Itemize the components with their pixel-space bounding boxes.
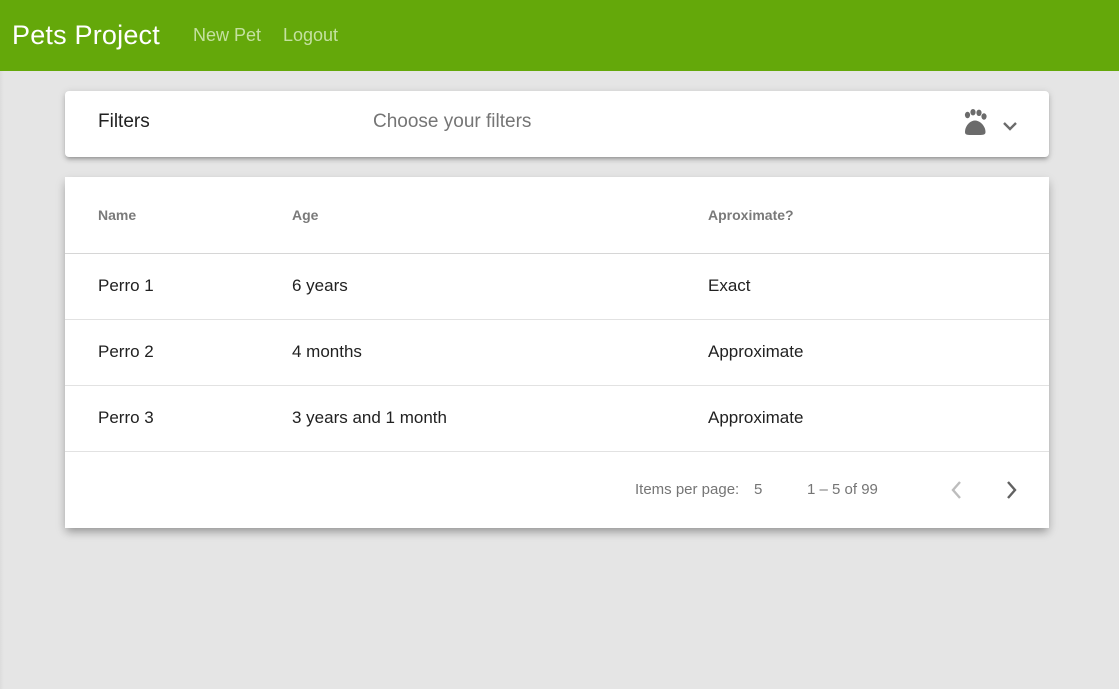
cell-age: 3 years and 1 month [292, 408, 447, 427]
filters-title: Filters [98, 111, 150, 132]
cell-name: Perro 1 [98, 276, 154, 295]
column-header-age[interactable]: Age [292, 207, 318, 223]
filters-panel-header[interactable]: Filters Choose your filters [65, 91, 1049, 157]
cell-name: Perro 2 [98, 342, 154, 361]
page-range-label: 1 – 5 of 99 [807, 481, 878, 498]
table-row[interactable]: Perro 1 6 years Exact [65, 254, 1049, 320]
paw-icon [964, 109, 987, 136]
chevron-right-icon[interactable] [999, 477, 1023, 503]
table-row[interactable]: Perro 2 4 months Approximate [65, 320, 1049, 386]
column-header-name[interactable]: Name [98, 207, 136, 223]
cell-age: 4 months [292, 342, 362, 361]
table-header: Name Age Aproximate? [65, 177, 1049, 254]
chevron-left-icon[interactable] [945, 477, 969, 503]
items-per-page-label: Items per page: [635, 481, 740, 498]
items-per-page-select[interactable]: 5 [754, 481, 762, 498]
cell-approximate: Approximate [708, 342, 804, 361]
chevron-down-icon[interactable] [1000, 116, 1020, 136]
cell-approximate: Approximate [708, 408, 804, 427]
column-header-approximate[interactable]: Aproximate? [708, 207, 794, 223]
side-shadow [0, 71, 4, 689]
cell-approximate: Exact [708, 276, 751, 295]
filters-description: Choose your filters [373, 111, 532, 132]
cell-age: 6 years [292, 276, 348, 295]
app-toolbar: Pets Project New Pet Logout [0, 0, 1119, 71]
app-title[interactable]: Pets Project [12, 20, 160, 51]
pets-table: Name Age Aproximate? Perro 1 6 years Exa… [65, 177, 1049, 528]
cell-name: Perro 3 [98, 408, 154, 427]
paginator: Items per page: 5 1 – 5 of 99 [65, 451, 1049, 528]
table-row[interactable]: Perro 3 3 years and 1 month Approximate [65, 386, 1049, 452]
logout-link[interactable]: Logout [283, 25, 338, 46]
new-pet-link[interactable]: New Pet [193, 25, 261, 46]
page: Pets Project New Pet Logout Filters Choo… [0, 0, 1119, 689]
